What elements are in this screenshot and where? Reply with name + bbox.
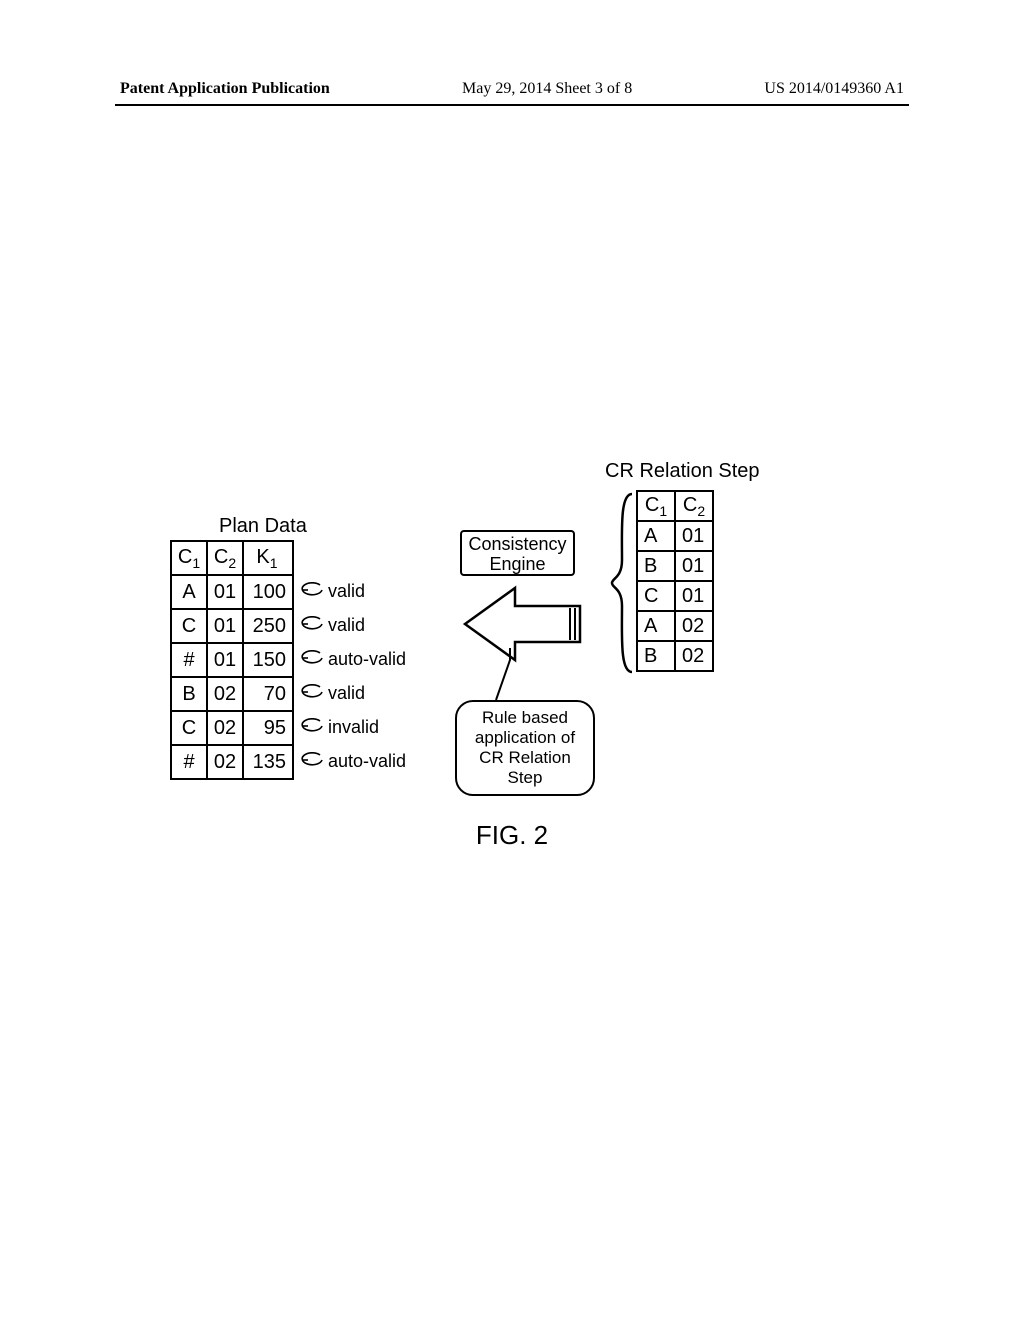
table-row: # 01 150 auto-valid [171, 643, 413, 677]
left-brace-icon [608, 490, 636, 676]
header-center: May 29, 2014 Sheet 3 of 8 [462, 80, 632, 98]
status-cell: valid [293, 677, 413, 711]
left-arrow-icon [460, 582, 618, 666]
speech-bubble-icon [300, 616, 324, 637]
col-c1-header: C1 [637, 491, 675, 521]
table-row: C01 [637, 581, 713, 611]
page-header: Patent Application Publication May 29, 2… [120, 80, 904, 98]
plan-data-table: C1 C2 K1 A 01 100 valid C 01 250 valid #… [170, 540, 414, 780]
status-cell: valid [293, 609, 413, 643]
plan-data-title: Plan Data [219, 515, 307, 538]
header-right: US 2014/0149360 A1 [764, 80, 904, 98]
status-cell: auto-valid [293, 745, 413, 779]
rule-callout-box: Rule based application of CR Relation St… [455, 700, 595, 796]
table-row: B 02 70 valid [171, 677, 413, 711]
table-row: C 01 250 valid [171, 609, 413, 643]
status-cell: valid [293, 575, 413, 609]
table-row: B01 [637, 551, 713, 581]
col-c2-header: C2 [207, 541, 243, 575]
table-row: A 01 100 valid [171, 575, 413, 609]
cr-relation-title: CR Relation Step [605, 460, 760, 483]
speech-bubble-icon [300, 650, 324, 671]
header-rule [115, 104, 909, 106]
col-c1-header: C1 [171, 541, 207, 575]
speech-bubble-icon [300, 752, 324, 773]
table-row: A02 [637, 611, 713, 641]
figure-caption: FIG. 2 [0, 820, 1024, 851]
cr-relation-table: C1 C2 A01 B01 C01 A02 B02 [636, 490, 714, 672]
table-row: C 02 95 invalid [171, 711, 413, 745]
table-header-row: C1 C2 [637, 491, 713, 521]
table-row: # 02 135 auto-valid [171, 745, 413, 779]
header-left: Patent Application Publication [120, 80, 330, 98]
table-header-row: C1 C2 K1 [171, 541, 413, 575]
empty-cell [293, 541, 413, 575]
col-k1-header: K1 [243, 541, 293, 575]
speech-bubble-icon [300, 582, 324, 603]
status-cell: auto-valid [293, 643, 413, 677]
col-c2-header: C2 [675, 491, 713, 521]
consistency-engine-box: Consistency Engine [460, 530, 575, 576]
table-row: A01 [637, 521, 713, 551]
table-row: B02 [637, 641, 713, 671]
speech-bubble-icon [300, 718, 324, 739]
callout-leader-icon [492, 648, 522, 703]
speech-bubble-icon [300, 684, 324, 705]
status-cell: invalid [293, 711, 413, 745]
